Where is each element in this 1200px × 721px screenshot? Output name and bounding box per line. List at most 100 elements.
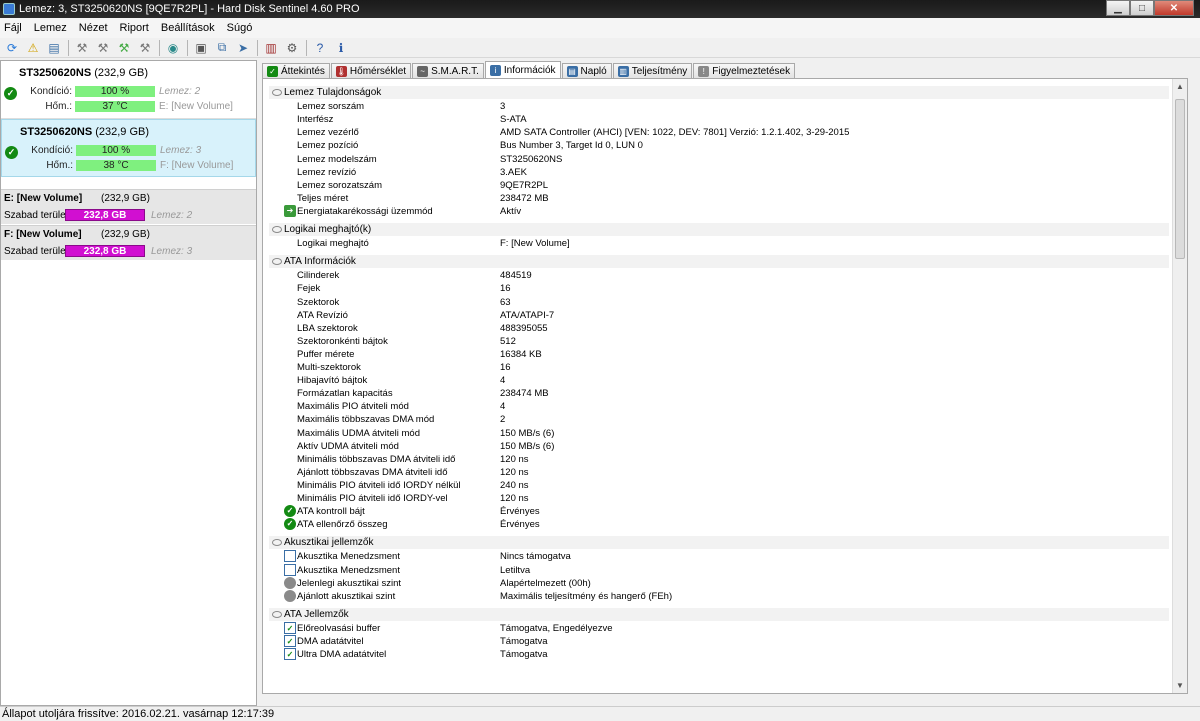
menu-bar: Fájl Lemez Nézet Riport Beállítások Súgó xyxy=(0,18,1200,38)
property-value: Aktív xyxy=(500,205,522,217)
property-value: 238472 MB xyxy=(500,192,549,204)
send-icon[interactable]: ➤ xyxy=(234,39,252,57)
copy-icon[interactable]: ⧉ xyxy=(213,39,231,57)
tool4-icon[interactable]: ⚒ xyxy=(136,39,154,57)
disk-item-selected[interactable]: ST3250620NS (232,9 GB) ✓ Kondíció: 100 %… xyxy=(1,119,256,177)
refresh-icon[interactable]: ⟳ xyxy=(3,39,21,57)
info-icon[interactable]: ℹ xyxy=(332,39,350,57)
globe-icon[interactable]: ◉ xyxy=(164,39,182,57)
property-row: Maximális UDMA átviteli mód 150 MB/s (6) xyxy=(283,427,1163,440)
tab-performance[interactable]: ▥ Teljesítmény xyxy=(612,63,693,78)
maximize-button[interactable]: □ xyxy=(1130,0,1154,16)
report-icon[interactable]: ▤ xyxy=(45,39,63,57)
property-name: Logikai meghajtó xyxy=(297,238,369,250)
property-row: ✓ DMA adatátvitel Támogatva xyxy=(283,635,1163,648)
property-row: ✓ ATA kontroll bájt Érvényes xyxy=(283,505,1163,518)
vertical-scrollbar[interactable]: ▲ ▼ xyxy=(1172,79,1187,693)
help-icon[interactable]: ? xyxy=(311,39,329,57)
property-name: Fejek xyxy=(297,283,321,295)
disk-item[interactable]: ST3250620NS (232,9 GB) ✓ Kondíció: 100 %… xyxy=(1,61,256,119)
property-row: Lemez sorozatszám 9QE7R2PL xyxy=(283,179,1163,192)
collapse-icon[interactable] xyxy=(272,539,282,547)
property-value: Érvényes xyxy=(500,519,540,531)
toolbar-separator xyxy=(187,39,188,56)
property-row: Fejek 16 xyxy=(283,282,1163,295)
property-value: Letiltva xyxy=(500,564,531,576)
menu-disk[interactable]: Lemez xyxy=(34,22,67,34)
property-row: Formázatlan kapacitás 238474 MB xyxy=(283,387,1163,400)
chart-icon[interactable]: ▥ xyxy=(262,39,280,57)
menu-file[interactable]: Fájl xyxy=(4,22,22,34)
property-value: 9QE7R2PL xyxy=(500,179,549,191)
menu-report[interactable]: Riport xyxy=(120,22,149,34)
menu-help[interactable]: Súgó xyxy=(227,22,253,34)
settings-icon[interactable]: ⚙ xyxy=(283,39,301,57)
smart-icon: ~ xyxy=(417,65,429,77)
tool1-icon[interactable]: ⚒ xyxy=(73,39,91,57)
property-name: Ajánlott akusztikai szint xyxy=(297,590,396,602)
section-header[interactable]: Logikai meghajtó(k) xyxy=(269,223,1169,236)
tool3-icon[interactable]: ⚒ xyxy=(115,39,133,57)
tab-alerts[interactable]: ! Figyelmeztetések xyxy=(693,63,796,78)
property-value: Maximális teljesítmény és hangerő (FEh) xyxy=(500,590,673,602)
property-name: Minimális PIO átviteli idő IORDY-vel xyxy=(297,493,448,504)
alerts-icon: ! xyxy=(698,65,710,77)
section-title: Logikai meghajtó(k) xyxy=(284,224,372,235)
temperature-icon: 🌡 xyxy=(335,65,347,77)
section-header[interactable]: ATA Információk xyxy=(269,255,1169,269)
collapse-icon[interactable] xyxy=(272,258,282,266)
disk-test-icon[interactable]: ▣ xyxy=(192,39,210,57)
toolbar: ⟳ ⚠ ▤ ⚒ ⚒ ⚒ ⚒ ◉ ▣ ⧉ ➤ ▥ ⚙ ? ℹ xyxy=(0,38,1200,58)
property-value: Támogatva, Engedélyezve xyxy=(500,622,613,634)
property-value: 120 ns xyxy=(500,493,529,504)
property-row: Lemez pozíció Bus Number 3, Target Id 0, … xyxy=(283,139,1163,152)
performance-icon: ▥ xyxy=(617,65,629,77)
tool2-icon[interactable]: ⚒ xyxy=(94,39,112,57)
scroll-thumb[interactable] xyxy=(1175,99,1185,259)
toolbar-separator xyxy=(257,39,258,56)
section-title: Lemez Tulajdonságok xyxy=(284,87,382,98)
tab-overview[interactable]: ✓ Áttekintés xyxy=(262,63,330,78)
collapse-icon[interactable] xyxy=(272,610,282,618)
menu-settings[interactable]: Beállítások xyxy=(161,22,215,34)
property-name: Ajánlott többszavas DMA átviteli idő xyxy=(297,466,448,478)
property-name: Akusztika Menedzsment xyxy=(297,551,400,563)
section-header[interactable]: ATA Jellemzők xyxy=(269,607,1169,621)
property-row: Teljes méret 238472 MB xyxy=(283,192,1163,205)
tab-information[interactable]: i Információk xyxy=(484,61,561,78)
property-row: ✓ Előreolvasási buffer Támogatva, Engedély… xyxy=(283,621,1163,635)
menu-view[interactable]: Nézet xyxy=(79,22,108,34)
minimize-button[interactable]: ▁ xyxy=(1106,0,1130,16)
property-row: Hibajavító bájtok 4 xyxy=(283,374,1163,387)
property-value: ST3250620NS xyxy=(500,153,563,165)
section-header[interactable]: Akusztikai jellemzők xyxy=(269,536,1169,550)
property-name: Minimális többszavas DMA átviteli idő xyxy=(297,453,456,465)
property-value: 488395055 xyxy=(500,322,548,334)
section-header[interactable]: Lemez Tulajdonságok xyxy=(269,86,1169,99)
tab-log[interactable]: ▤ Napló xyxy=(561,63,612,78)
property-value: 63 xyxy=(500,296,511,308)
alert-icon[interactable]: ⚠ xyxy=(24,39,42,57)
close-button[interactable]: ✕ xyxy=(1154,0,1194,16)
collapse-icon[interactable] xyxy=(272,89,282,96)
tab-smart[interactable]: ~ S.M.A.R.T. xyxy=(412,63,484,78)
property-name: Akusztika Menedzsment xyxy=(297,564,400,576)
scroll-down-icon[interactable]: ▼ xyxy=(1176,681,1184,690)
property-value: AMD SATA Controller (AHCI) [VEN: 1022, D… xyxy=(500,127,850,139)
volume-item[interactable]: E: [New Volume] (232,9 GB) Szabad terüle… xyxy=(1,189,256,225)
volume-item[interactable]: F: [New Volume] (232,9 GB) Szabad terüle… xyxy=(1,225,256,261)
tab-label: S.M.A.R.T. xyxy=(431,65,479,77)
collapse-icon[interactable] xyxy=(272,226,282,233)
property-row: Maximális többszavas DMA mód 2 xyxy=(283,413,1163,426)
condition-bar: 100 % xyxy=(75,86,155,97)
property-row: ✓ ATA ellenőrző összeg Érvényes xyxy=(283,518,1163,531)
property-row: Szektoronkénti bájtok 512 xyxy=(283,335,1163,348)
speaker-icon xyxy=(284,576,296,589)
property-row: Szektorok 63 xyxy=(283,296,1163,309)
scroll-up-icon[interactable]: ▲ xyxy=(1176,82,1184,91)
property-name: Ultra DMA adatátvitel xyxy=(297,649,387,661)
tab-temperature[interactable]: 🌡 Hőmérséklet xyxy=(330,63,412,78)
property-name: Szektorok xyxy=(297,296,340,308)
property-value: Támogatva xyxy=(500,649,548,661)
